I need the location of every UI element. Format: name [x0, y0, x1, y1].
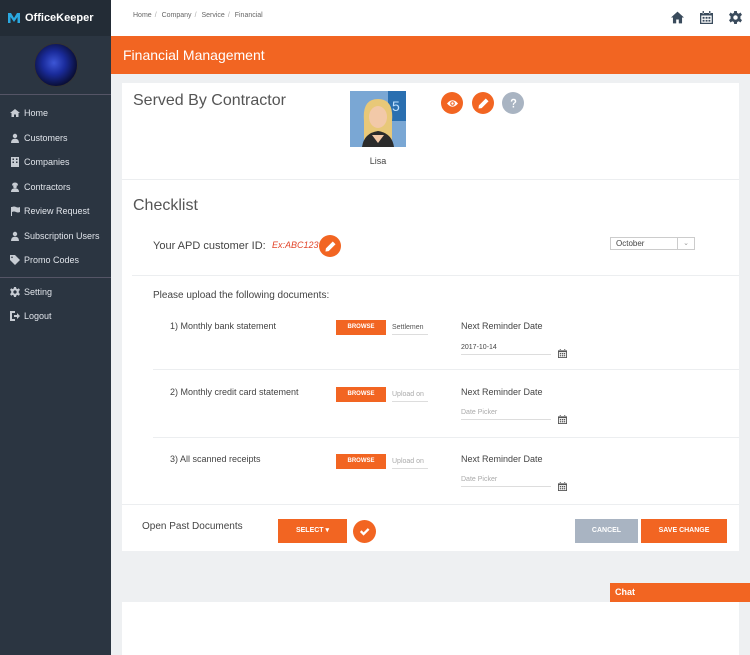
calendar-icon[interactable]	[700, 11, 713, 24]
contractor-name: Lisa	[369, 156, 387, 166]
breadcrumb-home[interactable]: Home	[133, 12, 152, 19]
main-card: Served By Contractor 5 Lisa Checklist Yo…	[122, 83, 739, 551]
chat-tab[interactable]: Chat	[610, 583, 750, 602]
file-field[interactable]: Upload on	[392, 387, 428, 402]
divider	[122, 504, 739, 505]
sidebar-item-setting[interactable]: Setting	[0, 280, 111, 305]
pencil-icon	[324, 240, 336, 252]
check-icon	[359, 528, 370, 536]
date-field[interactable]: Date Picker	[461, 405, 551, 420]
file-field[interactable]: Upload on	[392, 454, 428, 469]
flag-icon	[11, 206, 20, 217]
logo-icon	[8, 13, 20, 23]
pencil-icon	[477, 97, 489, 109]
past-docs-label: Open Past Documents	[142, 521, 243, 532]
sidebar-item-logout[interactable]: Logout	[0, 304, 111, 329]
doc-label: 1) Monthly bank statement	[170, 321, 277, 331]
secondary-card	[122, 602, 739, 655]
sidebar-item-review-request[interactable]: Review Request	[0, 199, 111, 224]
browse-button[interactable]: BROWSE	[336, 320, 386, 335]
sidebar-item-label: Logout	[24, 311, 52, 322]
sidebar-item-contractors[interactable]: Contractors	[0, 175, 111, 200]
sidebar-item-home[interactable]: Home	[0, 101, 111, 126]
sidebar-item-customers[interactable]: Customers	[0, 126, 111, 151]
sidebar-item-companies[interactable]: Companies	[0, 150, 111, 175]
reminder-label: Next Reminder Date	[461, 454, 543, 464]
browse-button[interactable]: BROWSE	[336, 387, 386, 402]
breadcrumb-financial: Financial	[234, 12, 263, 19]
served-title: Served By Contractor	[133, 92, 286, 109]
month-select[interactable]: October ⌄	[610, 237, 695, 250]
select-label: SELECT	[295, 527, 324, 534]
user-icon	[11, 133, 19, 143]
contractor-icon	[11, 182, 19, 192]
breadcrumb-service[interactable]: Service	[201, 12, 224, 19]
sidebar-item-label: Home	[24, 108, 49, 119]
divider	[153, 437, 739, 438]
eye-icon	[446, 99, 458, 107]
home-icon[interactable]	[671, 11, 684, 24]
app-name: OfficeKeeper	[25, 12, 94, 24]
month-value: October	[616, 239, 645, 248]
view-button[interactable]	[441, 92, 463, 114]
calendar-icon[interactable]	[558, 411, 567, 424]
select-button[interactable]: SELECT ▾	[278, 519, 347, 543]
date-field[interactable]: 2017-10-14	[461, 340, 551, 355]
breadcrumb: Home / Company / Service / Financial	[133, 12, 263, 19]
sidebar-item-label: Setting	[24, 286, 53, 297]
upload-title: Please upload the following documents:	[153, 290, 330, 301]
sidebar-item-label: Customers	[24, 132, 68, 143]
calendar-icon[interactable]	[558, 478, 567, 491]
help-button[interactable]	[502, 92, 524, 114]
doc-label: 3) All scanned receipts	[170, 454, 261, 464]
reminder-label: Next Reminder Date	[461, 321, 543, 331]
chevron-down-icon: ⌄	[677, 238, 694, 249]
sidebar: OfficeKeeper Home Customers Companies Co…	[0, 0, 111, 655]
sidebar-item-label: Review Request	[24, 206, 90, 217]
sidebar-item-promo-codes[interactable]: Promo Codes	[0, 248, 111, 273]
gear-icon	[10, 286, 20, 297]
sidebar-item-label: Promo Codes	[24, 255, 80, 266]
sidebar-item-label: Contractors	[24, 181, 71, 192]
brand[interactable]: OfficeKeeper	[0, 0, 111, 36]
sidebar-nav: Home Customers Companies Contractors Rev…	[0, 95, 111, 329]
sidebar-divider	[0, 276, 111, 278]
sidebar-item-label: Companies	[24, 157, 70, 168]
page-title: Financial Management	[111, 36, 750, 74]
edit-apd-button[interactable]	[319, 235, 341, 257]
sidebar-item-label: Subscription Users	[24, 230, 100, 241]
divider	[153, 369, 739, 370]
checklist-title: Checklist	[133, 197, 198, 214]
reminder-label: Next Reminder Date	[461, 387, 543, 397]
apd-label: Your APD customer ID:	[153, 240, 266, 252]
cancel-button[interactable]: CANCEL	[575, 519, 638, 543]
breadcrumb-company[interactable]: Company	[162, 12, 192, 19]
divider	[122, 179, 739, 180]
divider	[132, 275, 739, 276]
home-icon	[10, 109, 20, 118]
question-icon	[510, 98, 516, 107]
confirm-button[interactable]	[353, 520, 376, 543]
top-icons	[671, 11, 742, 24]
edit-button[interactable]	[472, 92, 494, 114]
user-icon	[11, 231, 19, 241]
contractor-photo: 5	[350, 91, 406, 147]
date-field[interactable]: Date Picker	[461, 472, 551, 487]
apd-example: Ex:ABC123	[272, 240, 319, 250]
calendar-icon[interactable]	[558, 345, 567, 358]
gear-icon[interactable]	[729, 11, 742, 24]
browse-button[interactable]: BROWSE	[336, 454, 386, 469]
topbar: Home / Company / Service / Financial	[111, 0, 750, 36]
avatar[interactable]	[33, 43, 78, 87]
save-button[interactable]: SAVE CHANGE	[641, 519, 727, 543]
caret-down-icon: ▾	[325, 527, 330, 534]
file-field[interactable]: Settlemen	[392, 320, 428, 335]
sidebar-item-subscription-users[interactable]: Subscription Users	[0, 224, 111, 249]
building-icon	[11, 157, 19, 168]
profile-area	[0, 36, 111, 95]
svg-text:5: 5	[392, 98, 400, 114]
logout-icon	[10, 311, 20, 322]
tag-icon	[10, 255, 20, 266]
doc-label: 2) Monthly credit card statement	[170, 387, 299, 397]
